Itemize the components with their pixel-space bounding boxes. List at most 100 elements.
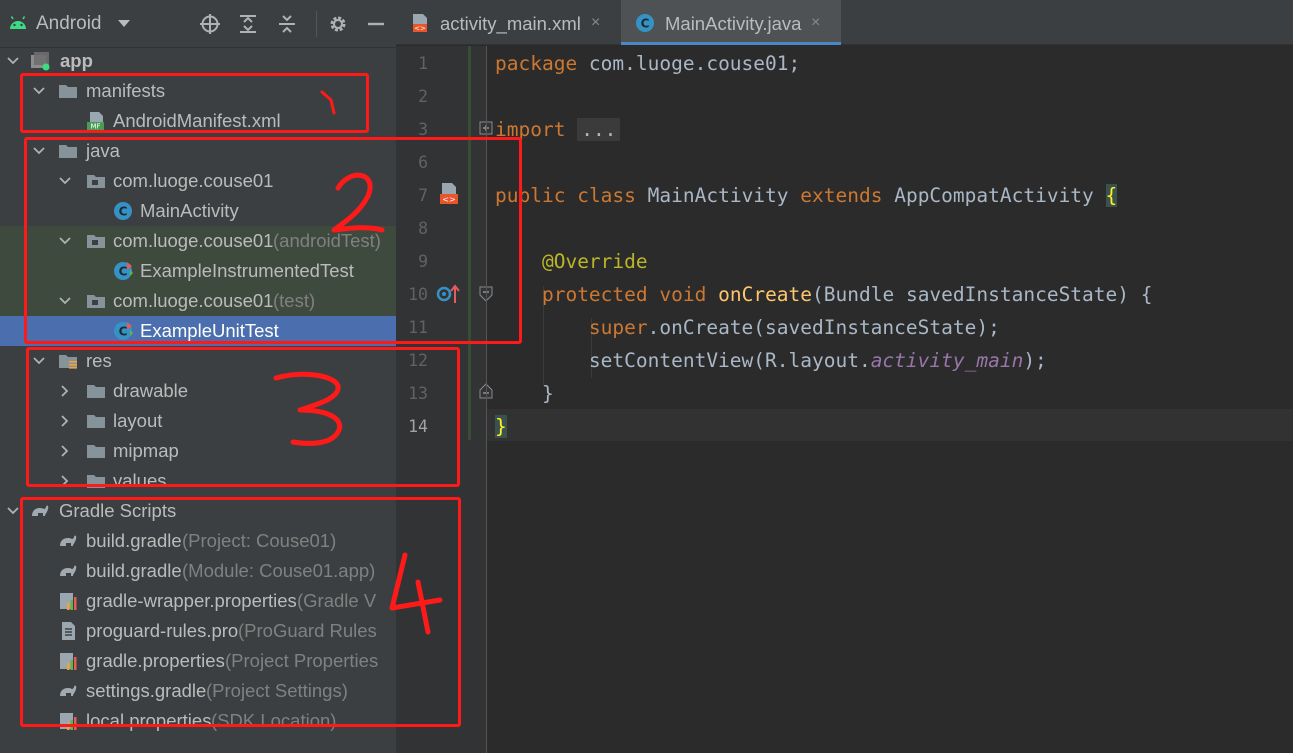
tree-item-hint: (Project: Couse01) bbox=[182, 530, 337, 551]
code-line-11: super.onCreate(savedInstanceState); bbox=[495, 316, 1000, 339]
chevron-down-icon[interactable] bbox=[58, 174, 72, 188]
tree-item[interactable]: local.properties (SDK Location) bbox=[0, 706, 396, 736]
code-line-1: package com.luoge.couse01; bbox=[495, 52, 800, 75]
tree-item-label: gradle-wrapper.properties bbox=[86, 590, 297, 611]
keyword: class bbox=[577, 184, 636, 207]
tree-item[interactable]: res bbox=[0, 346, 396, 376]
tree-item[interactable]: proguard-rules.pro (ProGuard Rules bbox=[0, 616, 396, 646]
chevron-down-icon[interactable] bbox=[6, 54, 20, 68]
header-separator bbox=[316, 11, 317, 37]
collapse-all-icon[interactable] bbox=[277, 14, 297, 34]
tab-activity-main-xml[interactable]: <> activity_main.xml × bbox=[396, 0, 621, 45]
tree-item-hint: (Gradle V bbox=[297, 590, 377, 611]
gradle-icon bbox=[60, 565, 77, 576]
code-line-13: } bbox=[495, 382, 554, 405]
chevron-right-icon[interactable] bbox=[58, 384, 72, 398]
chevron-down-icon[interactable] bbox=[32, 84, 46, 98]
folder-icon bbox=[59, 145, 77, 158]
tree-item-selected[interactable]: C ExampleUnitTest bbox=[0, 316, 396, 346]
folder-icon bbox=[87, 415, 105, 428]
folded-imports[interactable]: ... bbox=[577, 118, 621, 141]
module-icon bbox=[31, 52, 50, 71]
chevron-down-icon[interactable] bbox=[58, 294, 72, 308]
tree-item[interactable]: layout bbox=[0, 406, 396, 436]
properties-icon bbox=[60, 653, 77, 670]
close-icon[interactable]: × bbox=[591, 14, 600, 32]
tree-item[interactable]: build.gradle (Project: Couse01) bbox=[0, 526, 396, 556]
tree-item[interactable]: build.gradle (Module: Couse01.app) bbox=[0, 556, 396, 586]
tree-item-label: settings.gradle bbox=[86, 680, 207, 701]
line-number: 2 bbox=[418, 87, 428, 106]
tree-item-hint: (Module: Couse01.app) bbox=[182, 560, 376, 581]
tree-item-label: ExampleInstrumentedTest bbox=[140, 260, 354, 281]
project-view-title[interactable]: Android bbox=[36, 13, 102, 35]
tree-item[interactable]: drawable bbox=[0, 376, 396, 406]
properties-icon bbox=[60, 713, 77, 730]
locate-icon[interactable] bbox=[200, 14, 220, 34]
call-end: ); bbox=[1023, 349, 1047, 372]
tree-item[interactable]: manifests bbox=[0, 76, 396, 106]
tree-item[interactable]: values bbox=[0, 466, 396, 496]
tree-item[interactable]: com.luoge.couse01 (androidTest) bbox=[0, 226, 396, 256]
hide-icon[interactable] bbox=[366, 14, 386, 34]
tree-item[interactable]: java bbox=[0, 136, 396, 166]
expand-all-icon[interactable] bbox=[238, 14, 258, 34]
super-call: .onCreate(savedInstanceState); bbox=[647, 316, 1000, 339]
tab-main-activity-java[interactable]: C MainActivity.java × bbox=[621, 0, 841, 45]
line-number: 7 bbox=[418, 186, 428, 205]
matched-brace: } bbox=[495, 415, 507, 438]
tree-item[interactable]: gradle.properties (Project Properties bbox=[0, 646, 396, 676]
chevron-down-icon[interactable] bbox=[32, 144, 46, 158]
tree-item-label: values bbox=[113, 470, 167, 491]
class-name: MainActivity bbox=[635, 184, 801, 207]
svg-text:<>: <> bbox=[414, 25, 426, 33]
line-number: 1 bbox=[418, 54, 428, 73]
tree-item[interactable]: Gradle Scripts bbox=[0, 496, 396, 526]
set-content-view-call: setContentView(R.layout. bbox=[588, 349, 871, 372]
code-line-3: import ... bbox=[495, 118, 621, 141]
chevron-down-icon[interactable] bbox=[118, 20, 130, 27]
chevron-down-icon[interactable] bbox=[58, 234, 72, 248]
tree-item-label: gradle.properties bbox=[86, 650, 225, 671]
chevron-right-icon[interactable] bbox=[58, 414, 72, 428]
override-gutter-icon[interactable] bbox=[436, 283, 460, 305]
chevron-right-icon[interactable] bbox=[58, 474, 72, 488]
tree-item[interactable]: gradle-wrapper.properties (Gradle V bbox=[0, 586, 396, 616]
properties-icon bbox=[60, 593, 77, 610]
chevron-right-icon[interactable] bbox=[58, 444, 72, 458]
tree-item-label: layout bbox=[113, 410, 163, 431]
svg-text:C: C bbox=[119, 325, 128, 339]
chevron-down-icon[interactable] bbox=[32, 354, 46, 368]
tree-item[interactable]: C MainActivity bbox=[0, 196, 396, 226]
tree-item[interactable]: com.luoge.couse01 bbox=[0, 166, 396, 196]
gradle-icon bbox=[60, 535, 77, 546]
tree-item-label: MainActivity bbox=[140, 200, 239, 221]
close-icon[interactable]: × bbox=[811, 14, 820, 32]
tree-item[interactable]: com.luoge.couse01 (test) bbox=[0, 286, 396, 316]
tree-item[interactable]: app bbox=[0, 46, 396, 76]
text-file-icon bbox=[62, 622, 75, 640]
package-name: com.luoge.couse01; bbox=[577, 52, 801, 75]
code-line-14: } bbox=[495, 415, 507, 438]
editor-gutter[interactable]: 1 2 3 6 7 8 9 10 11 12 13 14 <> bbox=[396, 46, 493, 753]
tree-item-label: local.properties bbox=[86, 710, 212, 731]
svg-text:C: C bbox=[119, 265, 128, 279]
code-area[interactable]: package com.luoge.couse01; import ... pu… bbox=[487, 46, 1293, 753]
package-icon bbox=[87, 175, 105, 188]
class-icon: C bbox=[636, 14, 654, 32]
keyword: package bbox=[495, 52, 578, 75]
line-number: 12 bbox=[408, 351, 428, 370]
tree-item-label: manifests bbox=[86, 80, 166, 101]
project-tool-window: Android app manifests MF AndroidManifest.xm… bbox=[0, 0, 396, 753]
layout-file-gutter-icon[interactable]: <> bbox=[438, 182, 460, 206]
tree-item[interactable]: MF AndroidManifest.xml bbox=[0, 106, 396, 136]
caret-row-highlight bbox=[487, 409, 1293, 441]
chevron-down-icon[interactable] bbox=[6, 504, 20, 518]
tree-item[interactable]: mipmap bbox=[0, 436, 396, 466]
tree-item[interactable]: C ExampleInstrumentedTest bbox=[0, 256, 396, 286]
editor-tab-bar: <> activity_main.xml × C MainActivity.ja… bbox=[396, 0, 1293, 45]
method-params: (Bundle savedInstanceState) { bbox=[812, 283, 1153, 306]
line-number-current: 14 bbox=[408, 417, 428, 436]
tree-item[interactable]: settings.gradle (Project Settings) bbox=[0, 676, 396, 706]
gear-icon[interactable] bbox=[328, 14, 348, 34]
